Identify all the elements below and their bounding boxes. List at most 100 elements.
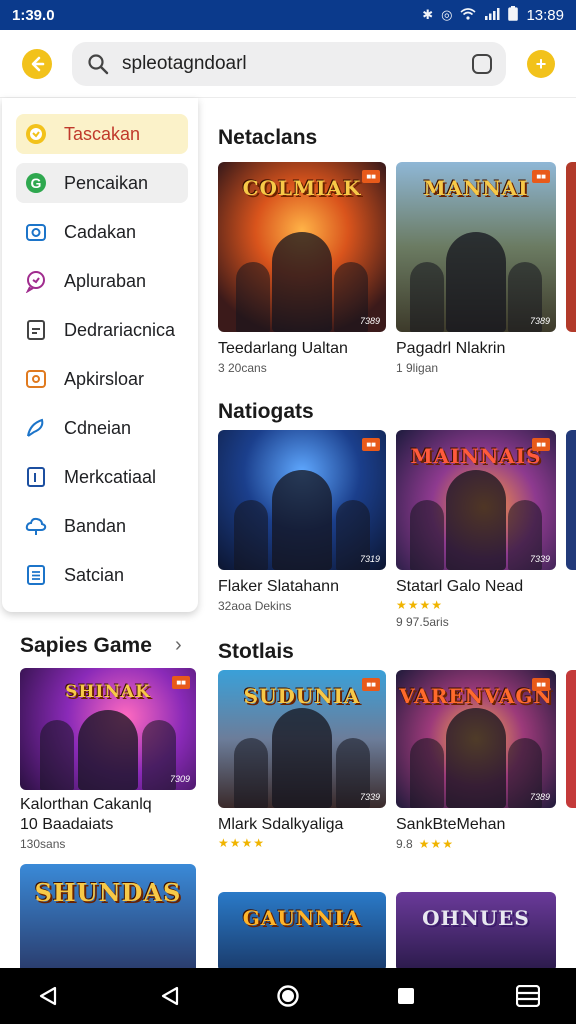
- drawer-item-6[interactable]: Cdneian: [16, 408, 188, 448]
- nav-menu-button[interactable]: [514, 982, 542, 1010]
- google-g-icon: G: [24, 171, 48, 195]
- box-icon: [24, 367, 48, 391]
- section-title-netaclans: Netaclans: [218, 126, 318, 149]
- drawer-item-3[interactable]: Apluraban: [16, 261, 188, 301]
- wifi-icon: [460, 7, 476, 23]
- game-title: SankBteMehan: [396, 816, 506, 833]
- game-card[interactable]: MAINNAIS ■■ 7339 Statarl Galo Nead ★★★★ …: [396, 430, 556, 629]
- game-card[interactable]: SHUNDAS: [20, 864, 196, 974]
- search-bar[interactable]: [72, 42, 506, 86]
- game-title: Kalorthan Cakanlq: [20, 796, 152, 813]
- signal-icon: [484, 7, 500, 23]
- game-title: Statarl Galo Nead: [396, 578, 524, 595]
- side-drawer: Tascakan G Pencaikan Cadakan Apluraban D…: [2, 98, 198, 612]
- back-button[interactable]: [22, 49, 52, 79]
- drawer-item-4[interactable]: Dedrariacnica: [16, 310, 188, 350]
- game-card[interactable]: GAUNNIA: [218, 892, 386, 972]
- drawer-item-9[interactable]: Satcian: [16, 555, 188, 595]
- nav-back-button[interactable]: [34, 982, 62, 1010]
- game-thumbnail[interactable]: GAUNNIA: [218, 892, 386, 972]
- nav-back-alt-button[interactable]: [156, 982, 184, 1010]
- game-meta: 9.8: [396, 837, 413, 851]
- alarm-icon: ◎: [441, 7, 453, 22]
- drawer-item-label: Tascakan: [64, 123, 141, 144]
- game-card-partial[interactable]: [566, 162, 576, 332]
- drawer-item-2[interactable]: Cadakan: [16, 212, 188, 252]
- game-meta: 32aoa Dekins: [218, 599, 292, 613]
- drawer-item-label: Satcian: [64, 564, 125, 585]
- svg-text:G: G: [31, 175, 42, 191]
- game-thumbnail[interactable]: SUDUNIA ■■ 7339: [218, 670, 386, 808]
- home-circle-icon: [277, 985, 299, 1007]
- game-thumbnail[interactable]: MANNAI ■■ 7389: [396, 162, 556, 332]
- search-input[interactable]: [122, 53, 452, 75]
- clock-icon: [24, 122, 48, 146]
- game-meta-row: 9.8 ★★★: [396, 837, 556, 851]
- game-card[interactable]: SHINAK ■■ 7309 Kalorthan Cakanlq 10 Baad…: [20, 668, 196, 851]
- section-title-stotlais: Stotlais: [218, 640, 294, 663]
- drawer-item-label: Apkirsloar: [64, 368, 145, 389]
- drawer-item-8[interactable]: Bandan: [16, 506, 188, 546]
- square-icon: [398, 988, 414, 1004]
- game-meta: 1 9ligan: [396, 361, 439, 375]
- game-title: Mlark Sdalkyaliga: [218, 816, 344, 833]
- game-thumbnail[interactable]: SHUNDAS: [20, 864, 196, 974]
- game-card-partial[interactable]: [566, 670, 576, 808]
- game-thumbnail[interactable]: [566, 162, 576, 332]
- document-icon: [24, 318, 48, 342]
- drawer-item-label: Cdneian: [64, 417, 132, 438]
- drawer-item-label: Cadakan: [64, 221, 137, 242]
- drawer-item-0[interactable]: Tascakan: [16, 114, 188, 154]
- add-button[interactable]: +: [527, 50, 555, 78]
- chat-icon: [24, 269, 48, 293]
- drawer-item-label: Merkcatiaal: [64, 466, 157, 487]
- bookmark-icon: [24, 465, 48, 489]
- game-title: Pagadrl Nlakrin: [396, 340, 506, 357]
- drawer-item-7[interactable]: Merkcatiaal: [16, 457, 188, 497]
- badge: ■■: [362, 678, 380, 691]
- search-icon: [88, 54, 109, 75]
- triangle-back-icon: [39, 986, 57, 1006]
- game-card[interactable]: ■■ 7319 Flaker Slatahann 32aoa Dekins: [218, 430, 386, 613]
- game-meta: 9 97.5aris: [396, 615, 449, 629]
- game-card[interactable]: OHNUES: [396, 892, 556, 972]
- chevron-right-icon[interactable]: ›: [175, 634, 182, 657]
- game-thumbnail[interactable]: ■■ 7319: [218, 430, 386, 570]
- nav-home-button[interactable]: [274, 982, 302, 1010]
- drawer-item-label: Bandan: [64, 515, 127, 536]
- game-thumbnail[interactable]: COLMIAK ■■ 7389: [218, 162, 386, 332]
- badge: ■■: [532, 170, 550, 183]
- nav-recents-button[interactable]: [392, 982, 420, 1010]
- cloud-icon: [24, 514, 48, 538]
- status-bar: 1:39.0 ✱ ◎ 13:89: [0, 0, 576, 30]
- game-meta: 3 20cans: [218, 361, 267, 375]
- game-thumbnail[interactable]: OHNUES: [396, 892, 556, 972]
- drawer-item-label: Pencaikan: [64, 172, 149, 193]
- game-card[interactable]: VARENVAGN ■■ 7389 SankBteMehan 9.8 ★★★: [396, 670, 556, 851]
- game-card[interactable]: SUDUNIA ■■ 7339 Mlark Sdalkyaliga ★★★★: [218, 670, 386, 850]
- game-thumbnail[interactable]: [566, 670, 576, 808]
- camera-icon: [24, 220, 48, 244]
- feather-icon: [24, 416, 48, 440]
- game-thumbnail[interactable]: MAINNAIS ■■ 7339: [396, 430, 556, 570]
- menu-icon: [516, 985, 540, 1007]
- drawer-item-label: Dedrariacnica: [64, 319, 176, 340]
- drawer-item-1[interactable]: G Pencaikan: [16, 163, 188, 203]
- game-title: Flaker Slatahann: [218, 578, 339, 595]
- badge: ■■: [172, 676, 190, 689]
- badge: ■■: [362, 170, 380, 183]
- game-card-partial[interactable]: [566, 430, 576, 570]
- section-title-sapies[interactable]: Sapies Game: [20, 634, 152, 658]
- game-thumbnail[interactable]: VARENVAGN ■■ 7389: [396, 670, 556, 808]
- game-thumbnail[interactable]: [566, 430, 576, 570]
- list-icon: [24, 563, 48, 587]
- game-card[interactable]: MANNAI ■■ 7389 Pagadrl Nlakrin 1 9ligan: [396, 162, 556, 375]
- game-thumbnail[interactable]: SHINAK ■■ 7309: [20, 668, 196, 790]
- status-time-left: 1:39.0: [12, 6, 55, 24]
- game-card[interactable]: COLMIAK ■■ 7389 Teedarlang Ualtan 3 20ca…: [218, 162, 386, 375]
- drawer-item-5[interactable]: Apkirsloar: [16, 359, 188, 399]
- lens-icon[interactable]: [472, 54, 492, 74]
- game-title: Teedarlang Ualtan: [218, 340, 348, 357]
- battery-icon: [508, 6, 519, 24]
- badge: ■■: [532, 438, 550, 451]
